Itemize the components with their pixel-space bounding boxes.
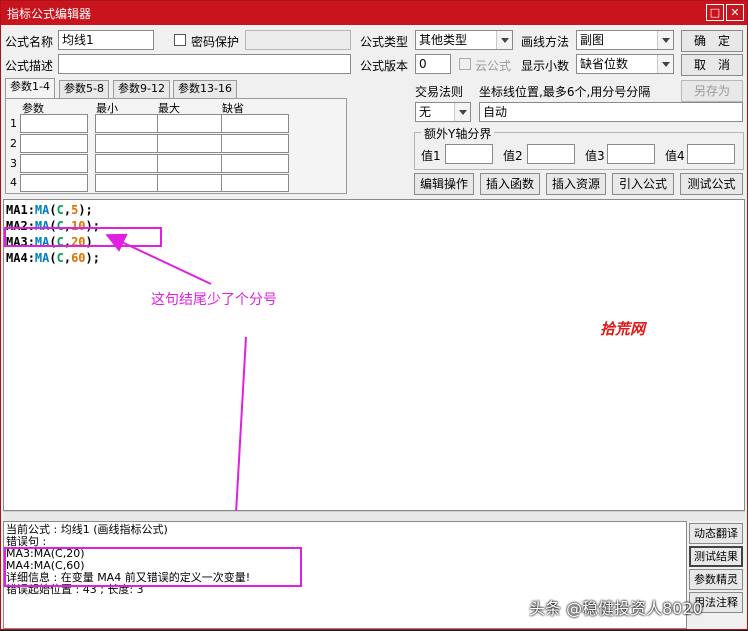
formula-editor-window: 指标公式编辑器 □ ✕ 公式名称 均线1 密码保护 公式类型 其他类型 画线方法… [0, 0, 748, 630]
param-wizard-button[interactable]: 参数精灵 [689, 569, 743, 590]
editor-scrollbar[interactable] [3, 511, 745, 521]
test-result-button[interactable]: 测试结果 [689, 546, 743, 567]
dynamic-translate-button[interactable]: 动态翻译 [689, 523, 743, 544]
bottom-watermark: 头条 @稳健投资人8020 [529, 599, 703, 618]
arrow-to-code [105, 233, 212, 285]
error-detail-highlight [4, 547, 302, 587]
